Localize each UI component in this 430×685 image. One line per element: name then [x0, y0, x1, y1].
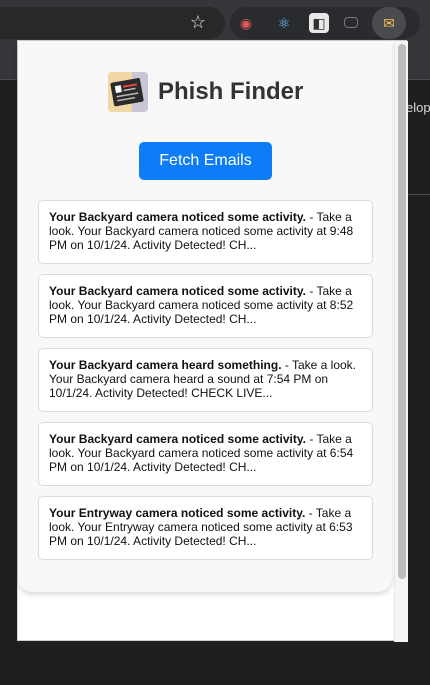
fetch-emails-button[interactable]: Fetch Emails: [139, 142, 272, 180]
background-divider: [406, 194, 430, 195]
envelope-extension-icon[interactable]: ✉: [379, 13, 399, 33]
list-item[interactable]: Your Backyard camera noticed some activi…: [38, 200, 373, 264]
scrollbar-thumb[interactable]: [398, 44, 406, 579]
react-extension-icon[interactable]: ⚛: [274, 13, 294, 33]
email-list: Your Backyard camera noticed some activi…: [38, 200, 373, 570]
list-item[interactable]: Your Entryway camera noticed some activi…: [38, 496, 373, 560]
email-subject: Your Backyard camera heard something.: [49, 358, 282, 372]
background-page-text: elop: [406, 100, 430, 115]
email-subject: Your Entryway camera noticed some activi…: [49, 506, 306, 520]
list-item[interactable]: Your Backyard camera noticed some activi…: [38, 422, 373, 486]
popup-card: Phish Finder Fetch Emails Your Backyard …: [18, 41, 392, 592]
glasses-extension-icon[interactable]: ◉: [236, 13, 256, 33]
page-title: Phish Finder: [158, 78, 304, 105]
tab-extension-icon[interactable]: [344, 17, 358, 28]
bookmark-star-icon[interactable]: ☆: [187, 11, 209, 33]
email-subject: Your Backyard camera noticed some activi…: [49, 432, 306, 446]
phish-finder-logo-icon: [108, 72, 148, 112]
browser-toolbar: ☆ ◉ ⚛ ◧ ✉: [0, 0, 430, 45]
extension-popup: Phish Finder Fetch Emails Your Backyard …: [17, 40, 408, 642]
popup-scrollbar[interactable]: [394, 41, 408, 642]
email-subject: Your Backyard camera noticed some activi…: [49, 210, 306, 224]
email-subject: Your Backyard camera noticed some activi…: [49, 284, 306, 298]
list-item[interactable]: Your Backyard camera heard something. - …: [38, 348, 373, 412]
shield-extension-icon[interactable]: ◧: [309, 13, 329, 33]
list-item[interactable]: Your Backyard camera noticed some activi…: [38, 274, 373, 338]
